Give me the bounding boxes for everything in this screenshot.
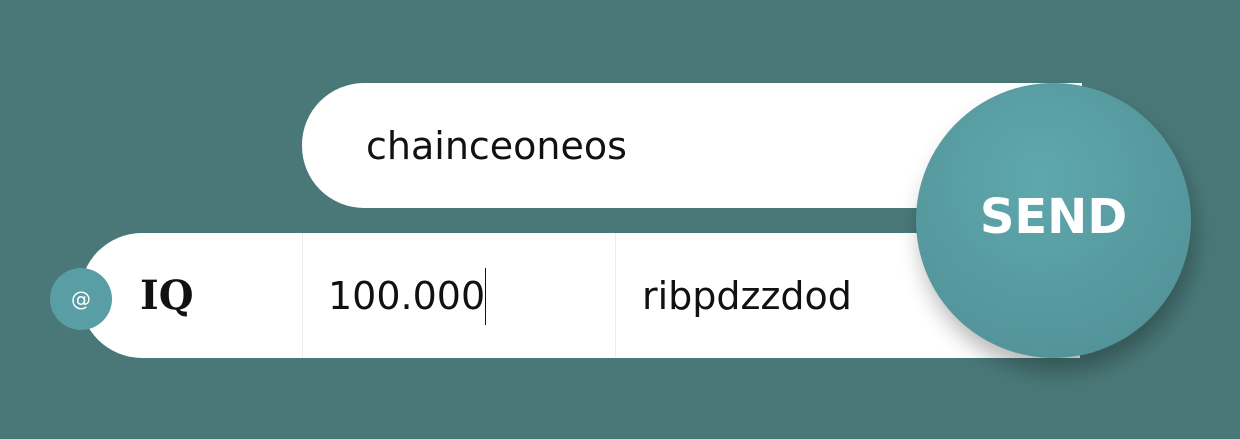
divider [615,233,616,358]
at-icon: @ [50,268,112,330]
memo-input[interactable] [642,233,912,358]
recipient-input[interactable] [366,83,926,208]
text-cursor [485,268,486,325]
send-button[interactable]: SEND [916,83,1191,358]
amount-input[interactable] [328,233,608,358]
token-symbol: IQ [140,272,194,319]
divider [302,233,303,358]
